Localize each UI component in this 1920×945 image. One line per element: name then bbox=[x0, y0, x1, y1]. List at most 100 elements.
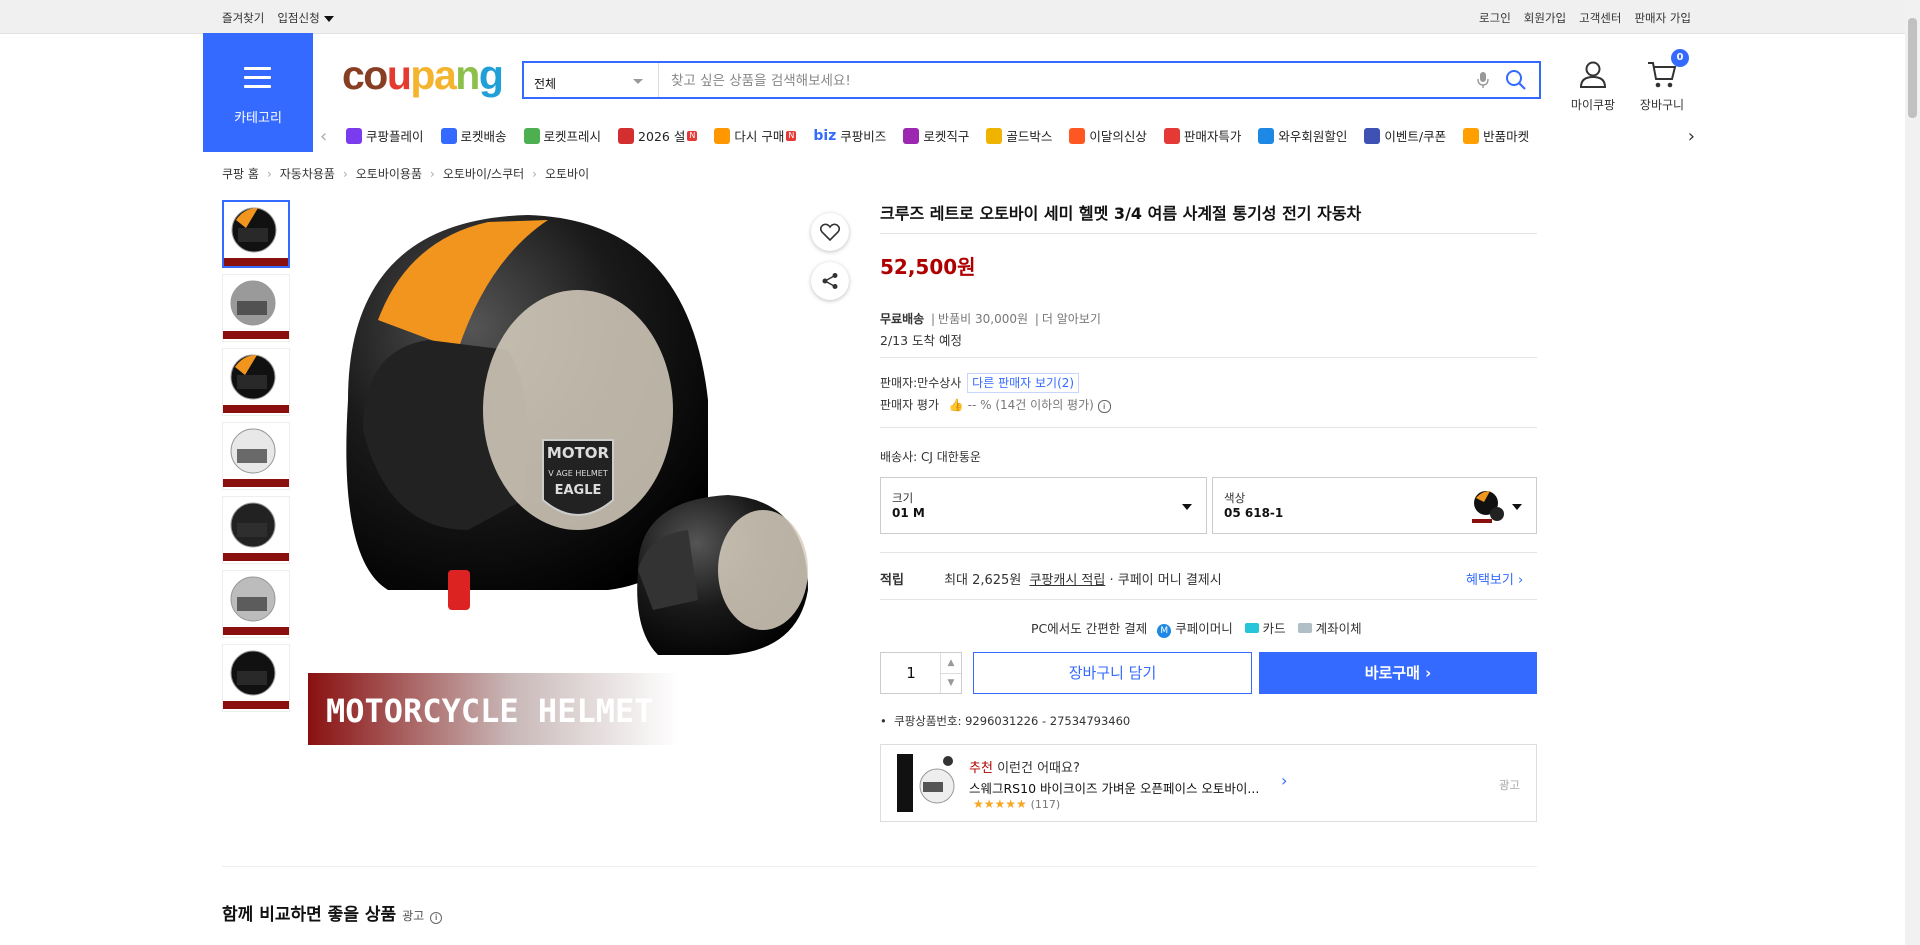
divider bbox=[880, 427, 1537, 428]
chevron-right-icon: › bbox=[532, 167, 537, 181]
customer-center-link[interactable]: 고객센터 bbox=[1579, 10, 1621, 26]
search-input[interactable] bbox=[669, 69, 1473, 93]
nav-item[interactable]: 2026 설N bbox=[618, 126, 698, 145]
product-number: • 쿠팡상품번호: 9296031226 - 27534793460 bbox=[880, 714, 1131, 728]
vendor-apply-dropdown[interactable]: 입점신청 bbox=[277, 10, 334, 26]
nav-item[interactable]: 이벤트/쿠폰 bbox=[1364, 126, 1446, 145]
category-label: 카테고리 bbox=[234, 111, 282, 126]
quantity-value[interactable]: 1 bbox=[881, 664, 941, 682]
scrollbar-thumb[interactable] bbox=[1908, 18, 1917, 118]
color-option-label: 색상 bbox=[1224, 491, 1246, 505]
wishlist-button[interactable] bbox=[811, 213, 849, 251]
coupay-icon: M bbox=[1157, 624, 1172, 638]
recommend-item-name[interactable]: 스웨그RS10 바이크이즈 가벼운 오픈페이스 오토바이... bbox=[969, 778, 1259, 797]
recommend-card[interactable]: 추천 이런건 어때요? 스웨그RS10 바이크이즈 가벼운 오픈페이스 오토바이… bbox=[880, 744, 1537, 822]
info-icon[interactable]: i bbox=[1097, 400, 1111, 413]
nav-item[interactable]: 이달의신상 bbox=[1069, 126, 1147, 145]
courier-info: 배송사: CJ 대한통운 bbox=[880, 448, 981, 465]
nav-item[interactable]: 로켓직구 bbox=[903, 126, 969, 145]
product-thumbnail[interactable] bbox=[222, 348, 290, 416]
quantity-increase-button[interactable]: ▲ bbox=[940, 653, 961, 674]
helmet-badge-text-2: V AGE HELMET bbox=[548, 469, 608, 478]
product-thumbnail[interactable] bbox=[222, 200, 290, 268]
nav-item-icon bbox=[1364, 127, 1381, 144]
chevron-down-icon bbox=[1182, 504, 1192, 510]
category-menu-button[interactable]: 카테고리 bbox=[203, 33, 313, 152]
chevron-left-icon[interactable]: ‹ bbox=[320, 126, 327, 147]
buy-now-button[interactable]: 바로구매 › bbox=[1259, 652, 1537, 694]
breadcrumb-item[interactable]: 오토바이 bbox=[545, 167, 589, 181]
nav-item[interactable]: 판매자특가 bbox=[1163, 126, 1241, 145]
signup-link[interactable]: 회원가입 bbox=[1524, 10, 1566, 26]
quantity-decrease-button[interactable]: ▼ bbox=[940, 673, 961, 693]
nav-item[interactable]: 로켓프레시 bbox=[523, 126, 601, 145]
coupang-logo[interactable]: coupang bbox=[342, 52, 504, 99]
mycoupang-button[interactable]: 마이쿠팡 bbox=[1563, 59, 1623, 113]
reward-label: 적립 bbox=[880, 573, 904, 588]
page-scrollbar[interactable] bbox=[1905, 0, 1920, 945]
banner-text: MOTORCYCLE HELMET bbox=[326, 692, 654, 730]
star-rating: ★★★★★ bbox=[973, 797, 1027, 811]
breadcrumb-item[interactable]: 오토바이용품 bbox=[356, 167, 422, 181]
nav-item-icon bbox=[903, 127, 920, 144]
breadcrumb-item[interactable]: 자동차용품 bbox=[280, 167, 335, 181]
share-button[interactable] bbox=[811, 262, 849, 300]
nav-item-label: 쿠팡비즈 bbox=[840, 129, 887, 144]
nav-item[interactable]: 다시 구매 N bbox=[714, 126, 797, 145]
easy-pay-row: PC에서도 간편한 결제 M 쿠페이머니 카드 계좌이체 bbox=[1031, 618, 1362, 638]
chevron-right-icon[interactable]: › bbox=[1281, 771, 1287, 790]
biz-icon: biz bbox=[813, 127, 837, 144]
product-thumbnail[interactable] bbox=[222, 274, 290, 342]
compare-section-title: 함께 비교하면 좋을 상품 광고 i bbox=[222, 900, 443, 925]
login-link[interactable]: 로그인 bbox=[1479, 10, 1511, 26]
nav-item-label: 와우회원할인 bbox=[1278, 129, 1348, 144]
other-sellers-button[interactable]: 다른 판매자 보기(2) bbox=[967, 373, 1080, 393]
benefit-link[interactable]: 혜택보기 › bbox=[1466, 569, 1523, 588]
easy-pay-title: PC에서도 간편한 결제 bbox=[1031, 621, 1148, 636]
favorites-link[interactable]: 즐겨찾기 bbox=[222, 10, 264, 26]
breadcrumb-item[interactable]: 쿠팡 홈 bbox=[222, 167, 259, 181]
product-thumbnail[interactable] bbox=[222, 570, 290, 638]
add-to-cart-button[interactable]: 장바구니 담기 bbox=[973, 652, 1252, 694]
color-option-select[interactable]: 색상 05 618-1 bbox=[1212, 477, 1537, 534]
cart-button[interactable]: 장바구니 bbox=[1632, 59, 1692, 113]
seller-signup-link[interactable]: 판매자 가입 bbox=[1634, 10, 1691, 26]
seller-rating-value: -- % (14건 이하의 평가) bbox=[967, 398, 1094, 412]
nav-item[interactable]: 와우회원할인 bbox=[1258, 126, 1347, 145]
nav-item-label: 로켓배송 bbox=[460, 129, 507, 144]
coupang-cash-link[interactable]: 쿠팡캐시 적립 bbox=[1029, 573, 1105, 588]
chevron-right-icon[interactable]: › bbox=[1688, 126, 1695, 147]
recommend-thumbnail bbox=[897, 754, 955, 812]
product-number-text: 쿠팡상품번호: 9296031226 - 27534793460 bbox=[894, 714, 1131, 728]
card-label: 카드 bbox=[1262, 621, 1286, 636]
compare-title-text: 함께 비교하면 좋을 상품 bbox=[222, 905, 397, 925]
info-icon[interactable]: i bbox=[430, 912, 443, 924]
chevron-down-icon bbox=[1512, 504, 1522, 510]
product-thumbnail[interactable] bbox=[222, 422, 290, 490]
product-thumbnail[interactable] bbox=[222, 644, 290, 712]
nav-item[interactable]: 쿠팡플레이 bbox=[346, 126, 424, 145]
nav-item-icon bbox=[346, 127, 362, 144]
search-icon[interactable] bbox=[1505, 69, 1527, 95]
seller-rating-label: 판매자 평가 bbox=[880, 398, 940, 412]
seller-label: 판매자: bbox=[880, 376, 918, 390]
search-scope-select[interactable]: 전체 bbox=[524, 63, 659, 97]
nav-item[interactable]: 골드박스 bbox=[986, 126, 1052, 145]
product-main-image[interactable]: MOTOR V AGE HELMET EAGLE MOTORCYCLE HELM… bbox=[308, 200, 858, 745]
chevron-right-icon: › bbox=[266, 167, 272, 181]
nav-item-icon bbox=[986, 127, 1003, 144]
breadcrumb-item[interactable]: 오토바이/스쿠터 bbox=[443, 167, 524, 181]
bank-transfer-label: 계좌이체 bbox=[1315, 621, 1362, 636]
bank-icon bbox=[1297, 623, 1312, 633]
size-option-select[interactable]: 크기 01 M bbox=[880, 477, 1207, 534]
learn-more-link[interactable]: 더 알아보기 bbox=[1042, 312, 1101, 326]
nav-item[interactable]: biz 쿠팡비즈 bbox=[813, 126, 886, 145]
courier-label: 배송사: bbox=[880, 450, 918, 464]
new-badge: N bbox=[687, 130, 698, 141]
seller-name[interactable]: 만수상사 bbox=[917, 376, 961, 390]
nav-item[interactable]: 반품마켓 bbox=[1463, 126, 1529, 145]
ad-label: 광고 bbox=[1498, 778, 1520, 792]
nav-item[interactable]: 로켓배송 bbox=[440, 126, 507, 145]
microphone-icon[interactable] bbox=[1477, 71, 1489, 93]
product-thumbnail[interactable] bbox=[222, 496, 290, 564]
